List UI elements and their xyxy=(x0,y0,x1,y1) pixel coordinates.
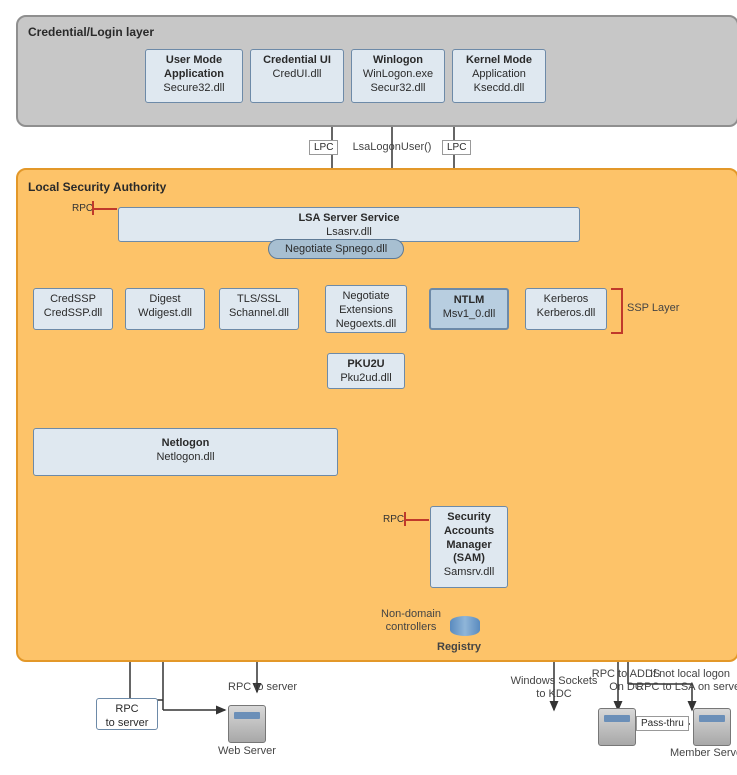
lsa-layer-title: Local Security Authority xyxy=(28,180,727,194)
tls-l2: Schannel.dll xyxy=(229,307,289,319)
negext-l1: Negotiate xyxy=(342,290,389,302)
web-server-icon xyxy=(228,705,266,743)
box-tls: TLS/SSL Schannel.dll xyxy=(219,288,299,330)
sam-l5: Samsrv.dll xyxy=(444,566,495,578)
sam-l1: Security xyxy=(447,511,490,523)
registry-label: Registry xyxy=(437,641,481,654)
credssp-l2: CredSSP.dll xyxy=(44,307,103,319)
registry-icon xyxy=(450,616,480,636)
digest-l1: Digest xyxy=(149,293,180,305)
ntlm-l2: Msv1_0.dll xyxy=(443,308,496,320)
sam-l3: Manager xyxy=(446,539,491,551)
box-negext: Negotiate Extensions Negoexts.dll xyxy=(325,285,407,333)
digest-l2: Wdigest.dll xyxy=(138,307,192,319)
rpc-bar-1 xyxy=(92,208,117,210)
label-lsa-logon: LsaLogonUser() xyxy=(348,141,436,154)
box-sam: Security Accounts Manager (SAM) Samsrv.d… xyxy=(430,506,508,588)
netlogon-l1: Netlogon xyxy=(162,437,210,449)
winlogon-l1: Winlogon xyxy=(373,54,423,66)
label-lpc-2: LPC xyxy=(442,140,471,155)
web-server-label: Web Server xyxy=(218,745,276,758)
box-lsa-server: LSA Server Service Lsasrv.dll xyxy=(118,207,580,242)
negext-l3: Negoexts.dll xyxy=(336,318,397,330)
sam-l4: (SAM) xyxy=(453,552,485,564)
non-domain-label: Non-domain controllers xyxy=(375,608,447,634)
box-user-mode: User Mode Application Secure32.dll xyxy=(145,49,243,103)
winlogon-l2: WinLogon.exe xyxy=(363,68,433,80)
credential-layer-title: Credential/Login layer xyxy=(28,25,727,39)
pill-negotiate: Negotiate Spnego.dll xyxy=(268,239,404,259)
member-server-label: Member Server xyxy=(670,747,737,760)
winlogon-l3: Secur32.dll xyxy=(370,82,425,94)
label-lpc-1: LPC xyxy=(309,140,338,155)
kerb-l2: Kerberos.dll xyxy=(537,307,596,319)
credui-l2: CredUI.dll xyxy=(273,68,322,80)
kernel-l3: Ksecdd.dll xyxy=(474,82,525,94)
pass-thru-label: Pass-thru xyxy=(636,716,689,731)
box-kernel-mode: Kernel Mode Application Ksecdd.dll xyxy=(452,49,546,103)
user-mode-l1: User Mode xyxy=(166,54,222,66)
box-cred-ui: Credential UI CredUI.dll xyxy=(250,49,344,103)
user-mode-l3: Secure32.dll xyxy=(163,82,224,94)
box-ntlm: NTLM Msv1_0.dll xyxy=(429,288,509,330)
lsa-server-l2: Lsasrv.dll xyxy=(326,226,372,238)
rpc-label-1: RPC xyxy=(72,203,93,214)
pku2u-l2: Pku2ud.dll xyxy=(340,372,391,384)
kernel-l1: Kernel Mode xyxy=(466,54,532,66)
ntlm-l1: NTLM xyxy=(454,294,485,306)
box-rpc-to-server: RPC to server xyxy=(96,698,158,730)
dc-server-icon xyxy=(598,708,636,746)
if-not-label: If not local logon RPC to LSA on server xyxy=(635,668,737,694)
member-server-icon xyxy=(693,708,731,746)
box-winlogon: Winlogon WinLogon.exe Secur32.dll xyxy=(351,49,445,103)
box-pku2u: PKU2U Pku2ud.dll xyxy=(327,353,405,389)
rpc-to-server-label: RPC to server xyxy=(228,681,297,694)
tls-l1: TLS/SSL xyxy=(237,293,281,305)
pku2u-l1: PKU2U xyxy=(347,358,384,370)
rpc-cap-1 xyxy=(92,201,94,215)
netlogon-l2: Netlogon.dll xyxy=(156,451,214,463)
kerb-l1: Kerberos xyxy=(544,293,589,305)
kernel-l2: Application xyxy=(472,68,526,80)
rpc-cap-2 xyxy=(404,512,406,526)
box-credssp: CredSSP CredSSP.dll xyxy=(33,288,113,330)
box-netlogon: Netlogon Netlogon.dll xyxy=(33,428,338,476)
rpc-bar-2 xyxy=(404,519,429,521)
ssp-bracket xyxy=(611,288,623,334)
sam-l2: Accounts xyxy=(444,525,494,537)
rpc-label-2: RPC xyxy=(383,514,404,525)
negext-l2: Extensions xyxy=(339,304,393,316)
credssp-l1: CredSSP xyxy=(50,293,96,305)
box-digest: Digest Wdigest.dll xyxy=(125,288,205,330)
lsa-server-l1: LSA Server Service xyxy=(298,212,399,224)
ssp-layer-label: SSP Layer xyxy=(627,302,679,315)
credui-l1: Credential UI xyxy=(263,54,331,66)
user-mode-l2: Application xyxy=(164,68,224,80)
box-kerberos: Kerberos Kerberos.dll xyxy=(525,288,607,330)
